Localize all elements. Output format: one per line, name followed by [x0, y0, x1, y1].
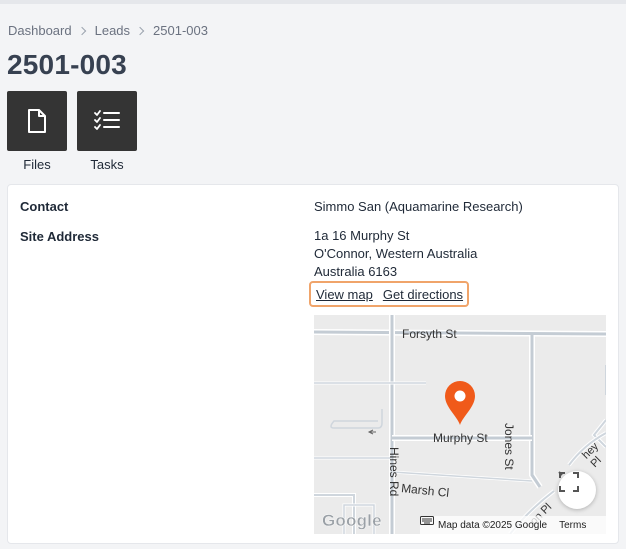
- address-line-1: 1a 16 Murphy St: [314, 228, 410, 243]
- page-title: 2501-003: [7, 49, 127, 80]
- address-line-2: O'Connor, Western Australia: [314, 246, 478, 261]
- fullscreen-button[interactable]: [558, 471, 596, 509]
- street-forsyth: Forsyth St: [402, 327, 457, 341]
- street-murphy: Murphy St: [433, 431, 488, 445]
- chevron-right-icon: [77, 26, 86, 35]
- map-attribution: Map data ©2025 Google: [438, 519, 548, 531]
- tasks-tile[interactable]: [77, 91, 137, 151]
- files-button[interactable]: Files: [7, 91, 67, 172]
- tasks-button[interactable]: Tasks: [77, 91, 137, 172]
- breadcrumb-current: 2501-003: [153, 23, 208, 38]
- breadcrumb-dashboard[interactable]: Dashboard: [8, 23, 72, 38]
- google-logo[interactable]: Google: [322, 511, 382, 531]
- fullscreen-icon: [558, 471, 579, 492]
- files-label: Files: [23, 157, 51, 172]
- contact-value: Simmo San (Aquamarine Research): [314, 199, 523, 214]
- tasks-label: Tasks: [90, 157, 124, 172]
- site-address-value: 1a 16 Murphy St O'Connor, Western Austra…: [314, 227, 477, 281]
- keyboard-icon[interactable]: [420, 516, 434, 525]
- breadcrumb-leads[interactable]: Leads: [95, 23, 130, 38]
- map-embed[interactable]: Forsyth St Murphy St Jones St Hines Rd M…: [314, 315, 606, 534]
- address-line-3: Australia 6163: [314, 264, 398, 279]
- map-links: View map Get directions: [309, 281, 469, 307]
- checklist-icon: [94, 110, 120, 130]
- view-map-link[interactable]: View map: [316, 287, 373, 302]
- breadcrumb: Dashboard Leads 2501-003: [8, 23, 208, 38]
- street-jones: Jones St: [502, 423, 516, 470]
- map-attribution-bar: Map data ©2025 Google Terms: [420, 516, 606, 534]
- site-address-label: Site Address: [20, 229, 99, 244]
- chevron-right-icon: [135, 26, 145, 35]
- get-directions-link[interactable]: Get directions: [383, 287, 463, 302]
- files-tile[interactable]: [7, 91, 67, 151]
- street-hines: Hines Rd: [387, 447, 401, 497]
- lead-details-card: Contact Simmo San (Aquamarine Research) …: [7, 184, 619, 544]
- map-terms-link[interactable]: Terms: [559, 520, 586, 531]
- contact-label: Contact: [20, 199, 69, 214]
- top-bar: [0, 0, 626, 4]
- file-icon: [28, 109, 46, 133]
